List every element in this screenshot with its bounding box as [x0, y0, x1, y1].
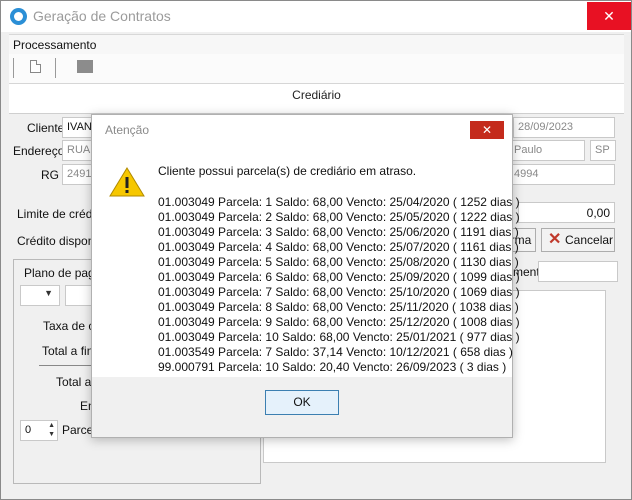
- alert-dialog: Atenção ✕ Cliente possui parcela(s) de c…: [91, 114, 520, 438]
- warning-icon: [109, 167, 145, 197]
- phone-field[interactable]: 4994: [509, 164, 615, 185]
- total-label: Total a: [56, 375, 92, 389]
- overdue-item: 01.003049 Parcela: 2 Saldo: 68,00 Vencto…: [158, 210, 520, 224]
- overdue-list: 01.003049 Parcela: 1 Saldo: 68,00 Vencto…: [158, 195, 520, 375]
- overdue-item: 01.003049 Parcela: 7 Saldo: 68,00 Vencto…: [158, 285, 520, 299]
- print-icon[interactable]: [77, 60, 93, 73]
- limite-field[interactable]: 0,00: [518, 202, 615, 223]
- cancel-x-icon: ✕: [548, 231, 562, 248]
- taxa-label: Taxa de c: [43, 319, 95, 333]
- plano-label: Plano de paga: [24, 266, 102, 280]
- app-icon: [10, 8, 27, 25]
- cliente-label: Cliente: [27, 121, 65, 135]
- parcelas-stepper[interactable]: 0 ▲ ▼: [20, 420, 58, 441]
- vencimento-field[interactable]: [538, 261, 618, 282]
- overdue-item: 01.003049 Parcela: 3 Saldo: 68,00 Vencto…: [158, 225, 519, 239]
- dialog-message: Cliente possui parcela(s) de crediário e…: [158, 164, 417, 178]
- cancelar-button[interactable]: ✕ Cancelar: [541, 228, 615, 252]
- date-field[interactable]: 28/09/2023: [513, 117, 615, 138]
- toolbar-separator: [55, 58, 56, 78]
- window-title: Geração de Contratos: [33, 8, 171, 24]
- overdue-item: 01.003549 Parcela: 7 Saldo: 37,14 Vencto…: [158, 345, 513, 359]
- overdue-item: 01.003049 Parcela: 8 Saldo: 68,00 Vencto…: [158, 300, 519, 314]
- plano-select[interactable]: ▼: [20, 285, 60, 306]
- ok-button[interactable]: OK: [265, 390, 339, 415]
- uf-field[interactable]: SP: [590, 140, 616, 161]
- overdue-item: 01.003049 Parcela: 5 Saldo: 68,00 Vencto…: [158, 255, 519, 269]
- parcelas-value: 0: [25, 424, 32, 436]
- overdue-item: 99.000791 Parcela: 10 Saldo: 20,40 Venct…: [158, 360, 507, 374]
- divider: [39, 365, 95, 366]
- overdue-item: 01.003049 Parcela: 1 Saldo: 68,00 Vencto…: [158, 195, 520, 209]
- dialog-title: Atenção: [105, 123, 150, 137]
- cancelar-label: Cancelar: [565, 233, 614, 247]
- menu-item-processamento[interactable]: Processamento: [13, 38, 96, 52]
- section-title: Crediário: [9, 84, 624, 114]
- window-close-button[interactable]: ✕: [587, 2, 631, 30]
- menu-bar: Processamento: [9, 34, 624, 54]
- cidade-field[interactable]: Paulo: [509, 140, 585, 161]
- overdue-item: 01.003049 Parcela: 6 Saldo: 68,00 Vencto…: [158, 270, 520, 284]
- dialog-close-button[interactable]: ✕: [470, 121, 504, 139]
- title-bar: Geração de Contratos ✕: [1, 1, 631, 32]
- new-document-icon[interactable]: [30, 60, 41, 73]
- endereco-label: Endereço: [13, 144, 65, 158]
- toolbar-separator: [13, 58, 14, 78]
- overdue-item: 01.003049 Parcela: 4 Saldo: 68,00 Vencto…: [158, 240, 519, 254]
- toolbar: [9, 54, 624, 84]
- rg-label: RG: [41, 168, 59, 182]
- overdue-item: 01.003049 Parcela: 10 Saldo: 68,00 Venct…: [158, 330, 520, 344]
- stepper-arrows-icon[interactable]: ▲ ▼: [48, 421, 55, 439]
- dialog-title-bar: Atenção ✕: [92, 115, 512, 144]
- chevron-down-icon: ▼: [44, 288, 53, 298]
- overdue-item: 01.003049 Parcela: 9 Saldo: 68,00 Vencto…: [158, 315, 520, 329]
